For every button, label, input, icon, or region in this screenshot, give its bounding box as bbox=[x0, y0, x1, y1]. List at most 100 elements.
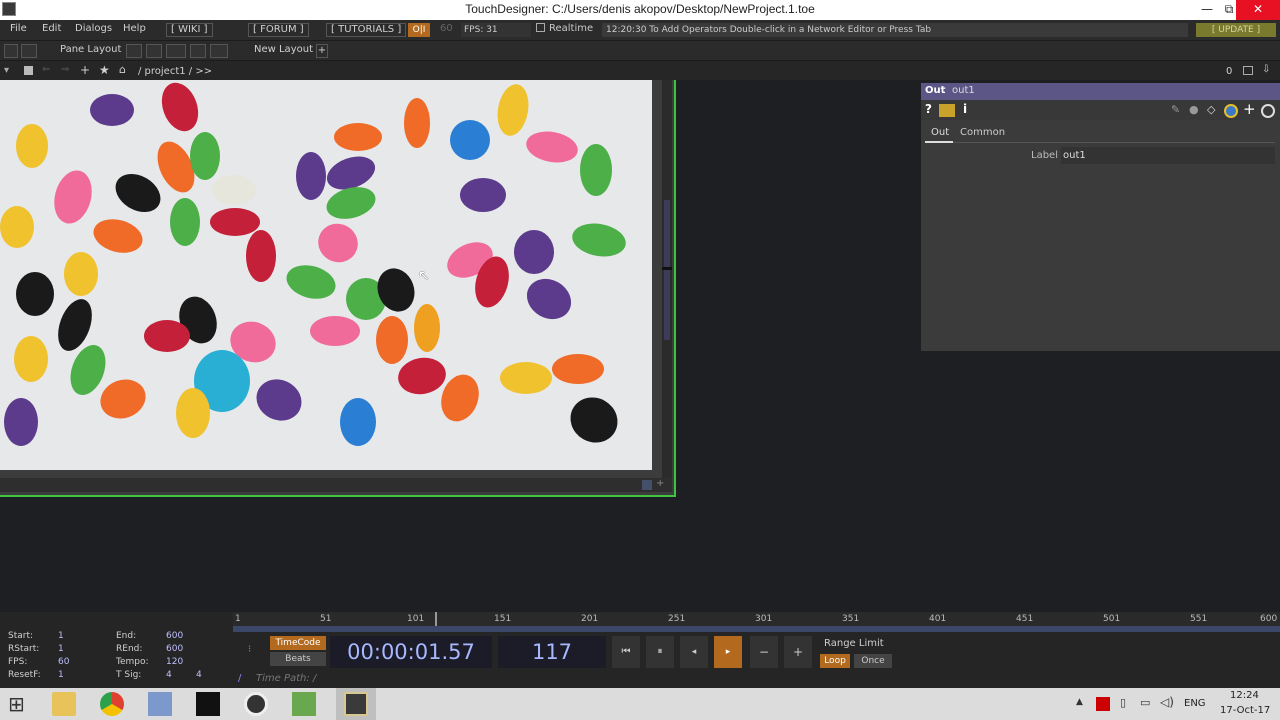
layout-three-icon[interactable] bbox=[190, 44, 206, 58]
ruler-tick: 451 bbox=[1016, 614, 1034, 624]
title-bar: TouchDesigner: C:/Users/denis akopov/Des… bbox=[0, 0, 1280, 20]
viewer-add-icon[interactable]: + bbox=[656, 478, 664, 489]
tab-common[interactable]: Common bbox=[960, 127, 1005, 138]
timeline-ruler[interactable]: 1 51 101 151 201 251 301 351 401 451 501… bbox=[233, 612, 1280, 626]
rewind-button[interactable]: ⏮ bbox=[612, 636, 640, 668]
obs-icon[interactable] bbox=[244, 692, 268, 716]
realtime-toggle[interactable]: Realtime bbox=[536, 23, 593, 34]
start-value[interactable]: 1 bbox=[58, 631, 64, 641]
python-help-icon[interactable] bbox=[939, 104, 955, 117]
timecode-display[interactable]: 00:00:01.57 bbox=[330, 636, 492, 668]
edit-icon[interactable]: ✎ bbox=[1171, 103, 1180, 116]
tempo-value[interactable]: 120 bbox=[166, 657, 183, 667]
pause-button[interactable]: ⏸ bbox=[646, 636, 674, 668]
maximize-pane-icon[interactable] bbox=[1243, 66, 1253, 75]
tray-expand-icon[interactable]: ▲ bbox=[1076, 697, 1083, 707]
rstart-value[interactable]: 1 bbox=[58, 644, 64, 654]
step-forward-button[interactable]: + bbox=[784, 636, 812, 668]
python-icon[interactable] bbox=[1224, 104, 1238, 118]
windows-start-icon[interactable]: ⊞ bbox=[8, 692, 32, 716]
language-indicator[interactable]: ENG bbox=[1184, 698, 1206, 709]
forward-arrow-icon[interactable]: ⇒ bbox=[61, 64, 69, 75]
star-icon[interactable]: ★ bbox=[99, 63, 110, 77]
add-parameter-icon[interactable]: + bbox=[1243, 100, 1256, 118]
range-bar[interactable] bbox=[233, 626, 1280, 632]
wiki-link[interactable]: [ WIKI ] bbox=[166, 23, 213, 37]
ruler-tick: 501 bbox=[1103, 614, 1121, 624]
resetf-value[interactable]: 1 bbox=[58, 670, 64, 680]
close-button[interactable]: ✕ bbox=[1236, 0, 1280, 20]
calculator-icon[interactable] bbox=[148, 692, 172, 716]
tsig-numerator[interactable]: 4 bbox=[166, 670, 172, 680]
step-back-button[interactable]: − bbox=[750, 636, 778, 668]
tab-out[interactable]: Out bbox=[931, 127, 949, 138]
rend-value[interactable]: 600 bbox=[166, 644, 183, 654]
add-layout-button[interactable]: + bbox=[316, 44, 328, 58]
target-icon[interactable] bbox=[1261, 104, 1275, 118]
tsig-denominator[interactable]: 4 bbox=[196, 670, 202, 680]
network-path[interactable]: / project1 / >> bbox=[138, 66, 212, 77]
touchdesigner-icon bbox=[344, 692, 368, 716]
touchdesigner-taskbar-button[interactable] bbox=[336, 688, 376, 720]
fps-limit[interactable]: 60 bbox=[440, 23, 453, 34]
playhead[interactable] bbox=[435, 612, 437, 626]
operator-name[interactable]: out1 bbox=[952, 85, 975, 96]
frame-display[interactable]: 117 bbox=[498, 636, 606, 668]
layout-single-icon[interactable] bbox=[126, 44, 142, 58]
operator-interface-toggle[interactable]: O|I bbox=[408, 23, 430, 37]
pane-type-icon[interactable] bbox=[21, 44, 37, 58]
forum-link[interactable]: [ FORUM ] bbox=[248, 23, 309, 37]
volume-icon[interactable]: ◁) bbox=[1160, 695, 1174, 709]
menu-edit[interactable]: Edit bbox=[42, 23, 61, 34]
tutorials-link[interactable]: [ TUTORIALS ] bbox=[326, 23, 407, 37]
viewer-scrollbar[interactable] bbox=[662, 80, 672, 490]
layout-four-icon[interactable] bbox=[210, 44, 228, 58]
chevron-down-icon[interactable]: ▾ bbox=[4, 65, 9, 76]
comment-icon[interactable]: ● bbox=[1189, 103, 1199, 116]
rstart-label: RStart: bbox=[8, 644, 40, 654]
pane-menu-icon[interactable] bbox=[4, 44, 18, 58]
label-parameter-field[interactable]: out1 bbox=[1061, 147, 1275, 164]
pin-icon[interactable]: ⇩ bbox=[1262, 64, 1270, 75]
end-value[interactable]: 600 bbox=[166, 631, 183, 641]
loop-toggle[interactable]: Loop bbox=[820, 654, 850, 668]
info-icon[interactable]: i bbox=[963, 102, 967, 116]
once-toggle[interactable]: Once bbox=[854, 654, 892, 668]
adobe-tray-icon[interactable] bbox=[1096, 697, 1110, 711]
help-icon[interactable]: ? bbox=[925, 102, 932, 116]
beats-toggle[interactable]: Beats bbox=[270, 652, 326, 666]
operator-viewer[interactable]: ↖ + bbox=[0, 80, 676, 497]
home-icon[interactable]: ⌂ bbox=[119, 63, 126, 76]
play-forward-button[interactable]: ▸ bbox=[714, 636, 742, 668]
file-explorer-icon[interactable] bbox=[52, 692, 76, 716]
fps-value[interactable]: 60 bbox=[58, 657, 69, 667]
layout-split-horizontal-icon[interactable] bbox=[166, 44, 186, 58]
stop-icon[interactable] bbox=[24, 66, 33, 75]
device-tray-icon[interactable]: ▯ bbox=[1120, 696, 1126, 709]
menu-file[interactable]: File bbox=[10, 23, 27, 34]
layout-split-vertical-icon[interactable] bbox=[146, 44, 162, 58]
tag-icon[interactable]: ◇ bbox=[1207, 103, 1215, 116]
chrome-icon[interactable] bbox=[100, 692, 124, 716]
update-button[interactable]: [ UPDATE ] bbox=[1196, 23, 1276, 37]
clock-time[interactable]: 12:24 bbox=[1230, 690, 1259, 701]
image-editor-icon[interactable] bbox=[292, 692, 316, 716]
back-arrow-icon[interactable]: ⇐ bbox=[42, 64, 50, 75]
collapse-icon[interactable]: ⁝ bbox=[248, 644, 251, 655]
viewer-display-icon[interactable] bbox=[642, 480, 652, 490]
zero-readout: 0 bbox=[1226, 66, 1233, 77]
network-tray-icon[interactable]: ▭ bbox=[1140, 696, 1150, 709]
taskbar: ⊞ ▲ ▯ ▭ ◁) ENG 12:24 17-Oct-17 bbox=[0, 688, 1280, 720]
menu-dialogs[interactable]: Dialogs bbox=[75, 23, 112, 34]
menu-help[interactable]: Help bbox=[123, 23, 146, 34]
play-backward-button[interactable]: ◂ bbox=[680, 636, 708, 668]
time-path[interactable]: Time Path: / bbox=[256, 673, 316, 684]
clock-date[interactable]: 17-Oct-17 bbox=[1220, 705, 1270, 716]
pane-bar: Pane Layout New Layout + bbox=[0, 40, 1280, 60]
terminal-icon[interactable] bbox=[196, 692, 220, 716]
timecode-toggle[interactable]: TimeCode bbox=[270, 636, 326, 650]
ruler-tick: 251 bbox=[668, 614, 686, 624]
plus-icon[interactable]: + bbox=[80, 63, 90, 77]
new-layout-label[interactable]: New Layout bbox=[254, 44, 313, 55]
ruler-tick: 351 bbox=[842, 614, 860, 624]
